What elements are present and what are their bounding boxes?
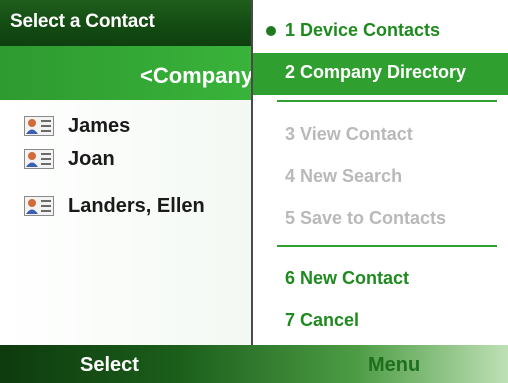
softkey-bar: Select Menu xyxy=(0,345,508,383)
menu-item-device-contacts[interactable]: 1 Device Contacts xyxy=(253,11,508,51)
contact-card-icon xyxy=(24,116,54,136)
menu-item-new-contact[interactable]: 6 New Contact xyxy=(253,259,508,299)
menu-item-label: 2 Company Directory xyxy=(285,62,467,82)
page-title: Select a Contact xyxy=(10,11,155,32)
menu-item-label: 1 Device Contacts xyxy=(285,20,441,40)
popup-menu: 1 Device Contacts 2 Company Directory 3 … xyxy=(251,0,508,345)
contact-name: Landers, Ellen xyxy=(68,194,205,217)
menu-divider xyxy=(277,245,497,247)
right-softkey-menu[interactable]: Menu xyxy=(368,354,420,377)
menu-item-save-to-contacts[interactable]: 5 Save to Contacts xyxy=(253,199,508,239)
menu-item-label: 5 Save to Contacts xyxy=(285,208,447,228)
contact-card-icon xyxy=(24,149,54,169)
menu-item-new-search[interactable]: 4 New Search xyxy=(253,157,508,197)
menu-item-label: 3 View Contact xyxy=(285,124,413,144)
contact-name: Joan xyxy=(68,147,115,170)
menu-divider xyxy=(277,100,497,102)
menu-item-label: 7 Cancel xyxy=(285,310,360,330)
list-item[interactable]: James xyxy=(24,110,130,142)
list-item[interactable]: Landers, Ellen xyxy=(24,190,205,222)
menu-item-cancel[interactable]: 7 Cancel xyxy=(253,301,508,341)
directory-filter-label: <Company xyxy=(140,63,254,88)
menu-item-label: 4 New Search xyxy=(285,166,403,186)
menu-item-view-contact[interactable]: 3 View Contact xyxy=(253,115,508,155)
contact-card-icon xyxy=(24,196,54,216)
list-item[interactable]: Joan xyxy=(24,143,115,175)
radio-bullet-icon xyxy=(266,26,276,36)
menu-item-company-directory[interactable]: 2 Company Directory xyxy=(253,53,508,95)
menu-item-label: 6 New Contact xyxy=(285,268,410,288)
left-softkey-select[interactable]: Select xyxy=(80,354,139,377)
contact-name: James xyxy=(68,114,131,137)
